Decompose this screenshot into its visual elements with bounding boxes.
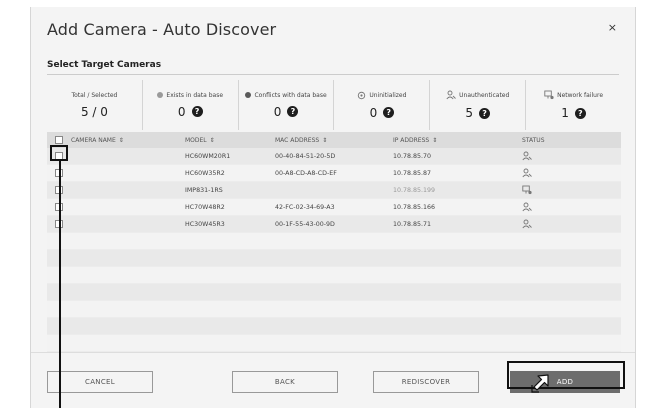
- discovery-stats: Total / Selected 5 / 0 Exists in data ba…: [47, 80, 621, 130]
- model-cell: HC70W48R2: [185, 203, 225, 211]
- sort-icon: ⇕: [432, 136, 438, 144]
- empty-table-row: [47, 233, 621, 250]
- empty-table-row: [47, 267, 621, 284]
- stat-label: Exists in data base: [166, 91, 224, 99]
- model-cell: HC60WM20R1: [185, 152, 231, 160]
- grey-dot-icon: [157, 92, 164, 98]
- stat-value: 0: [273, 104, 282, 119]
- add-button-highlight-frame: [507, 361, 625, 389]
- model-cell: HC30W45R3: [185, 220, 225, 228]
- empty-table-row: [47, 301, 621, 318]
- column-header-camera-name[interactable]: CAMERA NAME ⇕: [71, 137, 124, 144]
- table-row[interactable]: HC60WM20R1 00-40-84-51-20-5D 10.78.85.70: [47, 148, 621, 165]
- stat-label: Uninitialized: [369, 91, 407, 99]
- mac-address-cell: 42-FC-02-34-69-A3: [275, 203, 335, 211]
- add-camera-dialog: Add Camera - Auto Discover × Select Targ…: [30, 7, 636, 408]
- stat-label: Network failure: [557, 91, 604, 99]
- stat-label: Total / Selected: [71, 91, 118, 99]
- stat-value: 0: [177, 104, 186, 119]
- model-cell: HC60W35R2: [185, 169, 225, 177]
- ip-address-cell: 10.78.85.87: [393, 169, 432, 177]
- footer-divider: [31, 352, 635, 353]
- mac-address-cell: 00-1F-55-43-00-9D: [275, 220, 335, 228]
- stat-value: 1: [561, 106, 569, 120]
- stat-uninitialized: Uninitialized 0 ?: [333, 80, 429, 130]
- help-icon[interactable]: ?: [383, 107, 395, 118]
- unauthenticated-user-icon: [446, 90, 456, 100]
- sort-icon: ⇕: [322, 136, 328, 144]
- column-header-mac-address[interactable]: MAC ADDRESS ⇕: [275, 137, 327, 144]
- column-header-ip-address[interactable]: IP ADDRESS ⇕: [393, 137, 437, 144]
- help-icon[interactable]: ?: [574, 107, 586, 119]
- column-header-model[interactable]: MODEL ⇕: [185, 137, 215, 144]
- stat-value: 0: [369, 105, 378, 120]
- stat-exists: Exists in data base 0 ?: [141, 80, 238, 130]
- stat-label: Conflicts with data base: [254, 91, 327, 99]
- empty-table-row: [47, 318, 621, 335]
- rediscover-button[interactable]: REDISCOVER: [373, 371, 479, 393]
- unauthenticated-user-icon: [522, 219, 532, 229]
- stat-conflicts: Conflicts with data base 0 ?: [237, 80, 334, 130]
- stat-value: 5: [465, 106, 474, 120]
- back-button[interactable]: BACK: [232, 371, 338, 393]
- ip-address-cell: 10.78.85.166: [393, 203, 436, 211]
- section-divider: [47, 74, 619, 75]
- table-body: HC60WM20R1 00-40-84-51-20-5D 10.78.85.70 HC…: [47, 148, 621, 352]
- sort-icon: ⇕: [209, 136, 215, 144]
- table-row[interactable]: HC70W48R2 42-FC-02-34-69-A3 10.78.85.166: [47, 199, 621, 216]
- model-cell: IMP831-1RS: [185, 186, 223, 194]
- help-icon[interactable]: ?: [191, 106, 203, 117]
- column-header-status: STATUS: [522, 136, 545, 144]
- ip-address-cell: 10.78.85.70: [393, 152, 432, 160]
- mac-address-cell: 00-40-84-51-20-5D: [275, 152, 336, 160]
- unauthenticated-user-icon: [522, 151, 532, 161]
- stat-unauthenticated: Unauthenticated 5 ?: [429, 80, 525, 130]
- dialog-title: Add Camera - Auto Discover: [47, 20, 277, 39]
- select-all-checkbox[interactable]: [55, 136, 63, 144]
- stat-network-failure: Network failure 1 ?: [525, 80, 621, 130]
- empty-table-row: [47, 335, 621, 352]
- help-icon[interactable]: ?: [287, 106, 299, 117]
- dark-dot-icon: [245, 92, 252, 98]
- sort-icon: ⇕: [118, 136, 124, 144]
- callout-highlight-box: [50, 145, 68, 161]
- stat-value: 5 / 0: [80, 104, 108, 119]
- table-row[interactable]: HC60W35R2 00-A8-CD-A8-CD-EF 10.78.85.87: [47, 165, 621, 182]
- network-failure-icon: [522, 185, 532, 195]
- ip-address-cell: 10.78.85.199: [393, 186, 436, 194]
- uninitialized-icon: [358, 91, 366, 99]
- unauthenticated-user-icon: [522, 168, 532, 178]
- camera-table: CAMERA NAME ⇕ MODEL ⇕ MAC ADDRESS ⇕ IP A…: [47, 132, 621, 352]
- mac-address-cell: 00-A8-CD-A8-CD-EF: [275, 169, 337, 177]
- help-icon[interactable]: ?: [479, 107, 491, 119]
- table-row[interactable]: HC30W45R3 00-1F-55-43-00-9D 10.78.85.71: [47, 216, 621, 233]
- table-header: CAMERA NAME ⇕ MODEL ⇕ MAC ADDRESS ⇕ IP A…: [47, 132, 621, 148]
- section-title: Select Target Cameras: [47, 60, 162, 70]
- table-row[interactable]: IMP831-1RS 10.78.85.199: [47, 182, 621, 199]
- stat-total-selected: Total / Selected 5 / 0: [47, 80, 142, 130]
- empty-table-row: [47, 250, 621, 267]
- unauthenticated-user-icon: [522, 202, 532, 212]
- callout-pointer-line: [59, 161, 61, 408]
- ip-address-cell: 10.78.85.71: [393, 220, 432, 228]
- empty-table-row: [47, 284, 621, 301]
- mouse-cursor-icon: [531, 374, 549, 393]
- cancel-button[interactable]: CANCEL: [47, 371, 153, 393]
- network-failure-icon: [544, 90, 554, 100]
- stat-label: Unauthenticated: [459, 91, 510, 99]
- close-icon[interactable]: ×: [608, 21, 617, 34]
